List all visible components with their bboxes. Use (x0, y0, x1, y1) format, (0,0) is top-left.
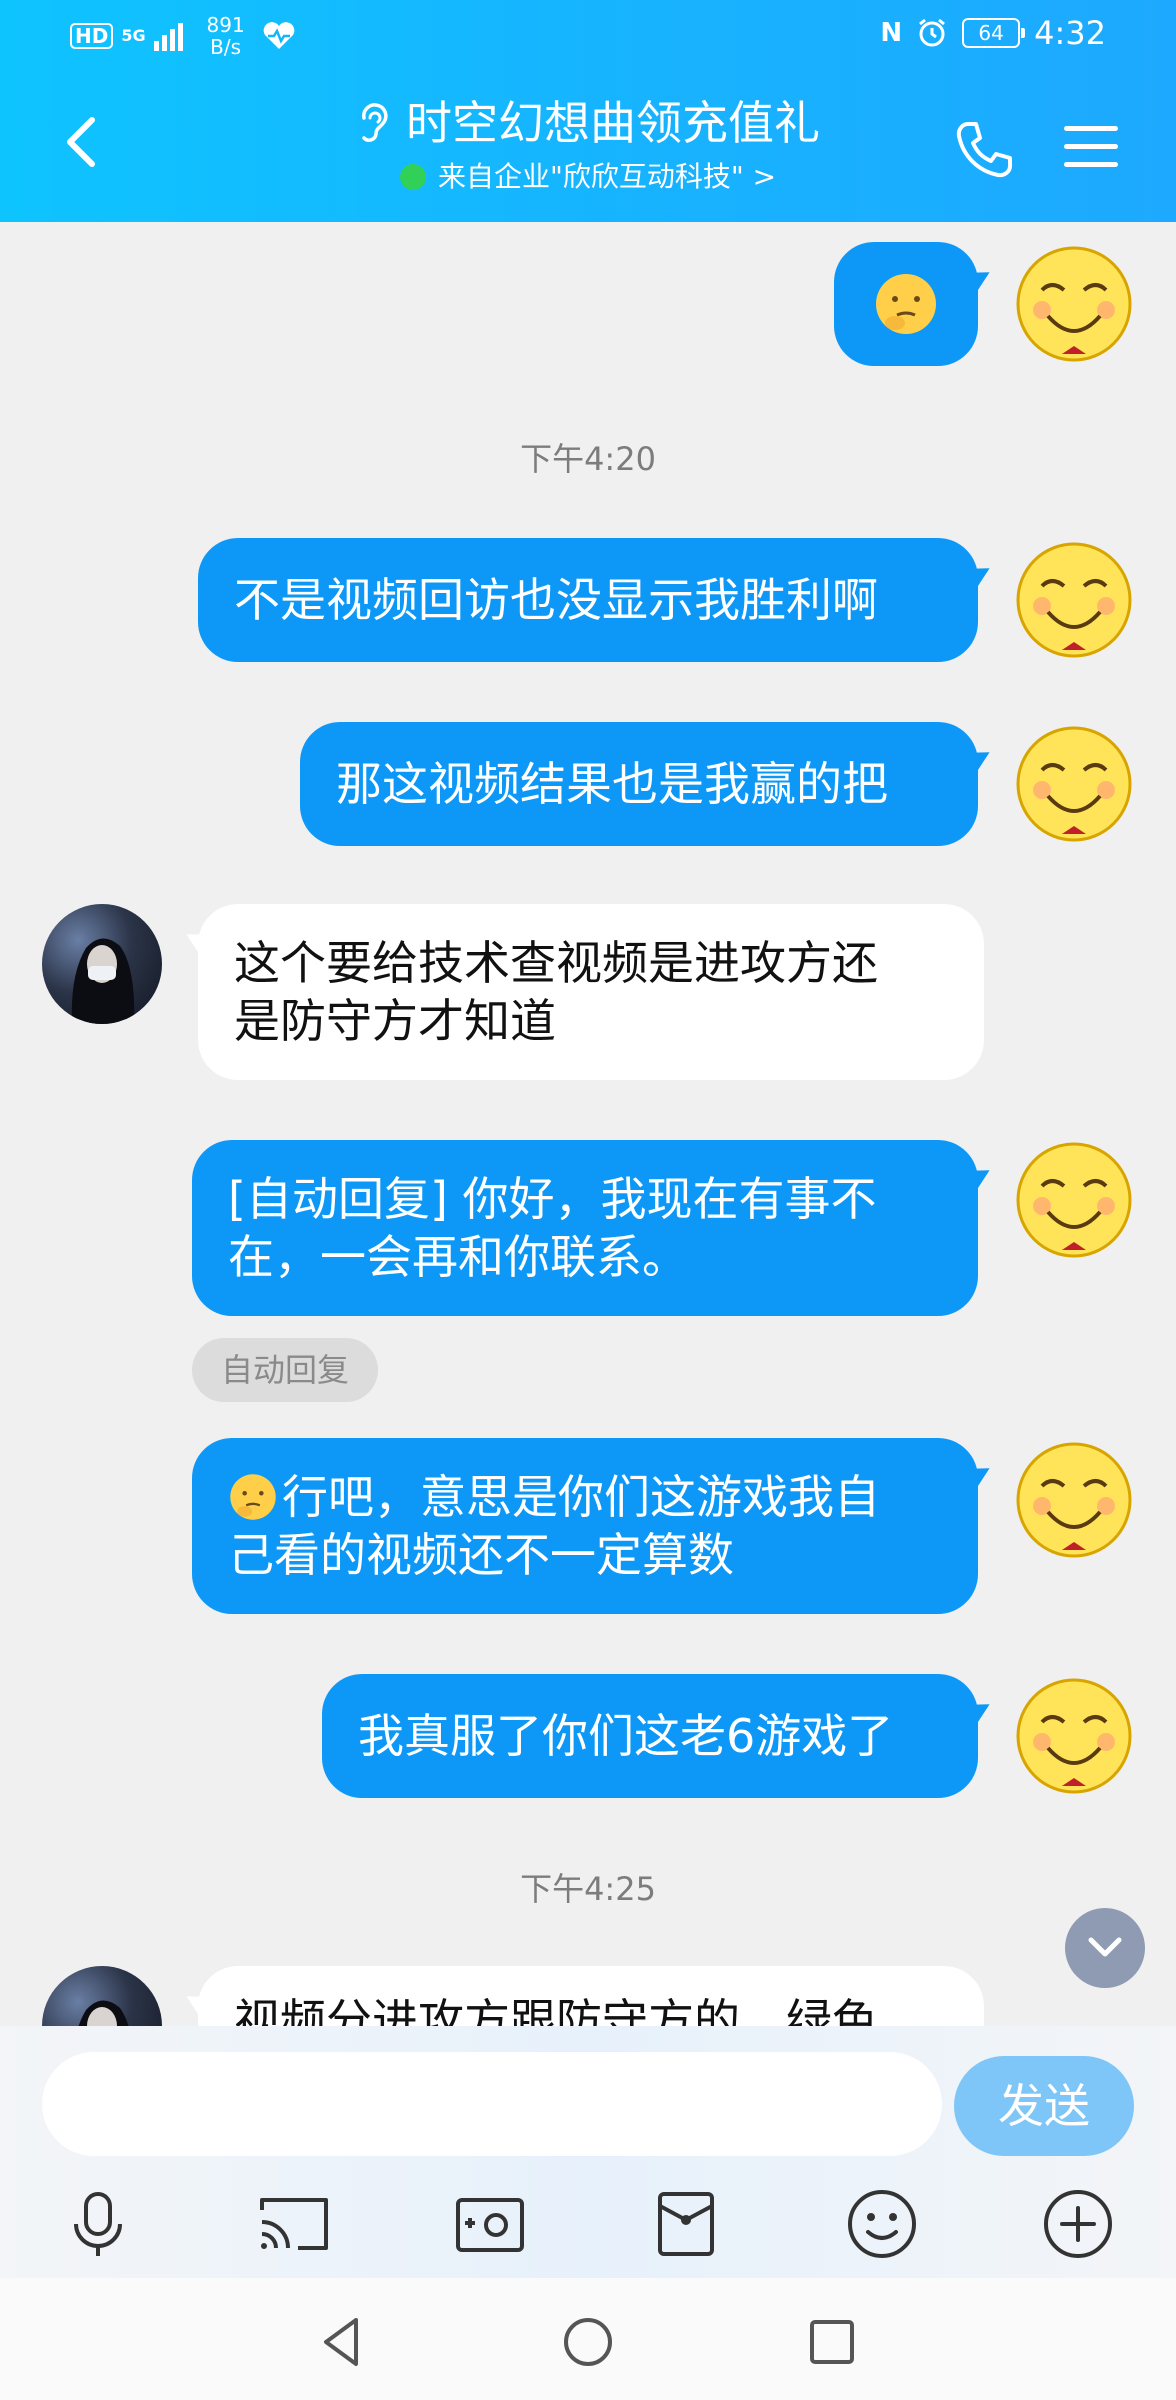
phone-icon (956, 122, 1012, 178)
person-silhouette-icon (71, 938, 135, 1024)
message-text: 不是视频回访也没显示我胜利啊 (234, 573, 878, 627)
square-recents-icon (810, 2320, 854, 2364)
message-text: 视频分进攻方跟防守方的，绿色 (234, 1994, 878, 2026)
message-text-line: 是防守方才知道 (234, 994, 556, 1048)
smiley-face-icon (1016, 542, 1132, 658)
screen-cast-icon (260, 2198, 328, 2250)
alarm-icon (919, 18, 946, 47)
message-text-line: [自动回复] 你好，我现在有事不 (228, 1172, 877, 1226)
ear-icon (362, 103, 388, 142)
smiley-face-icon (1016, 246, 1132, 362)
hamburger-menu-icon (1064, 126, 1118, 167)
chat-title: 时空幻想曲领充值礼 (406, 96, 820, 150)
network-type: 5G (121, 26, 146, 45)
nfc-icon: N (880, 18, 903, 48)
status-right: N 64 4:32 (880, 14, 1106, 52)
nav-home-button[interactable] (558, 2312, 618, 2372)
battery-indicator: 64 (962, 18, 1026, 48)
my-avatar[interactable] (1014, 538, 1134, 658)
photo-button[interactable] (450, 2184, 530, 2264)
message-text: 我真服了你们这老6游戏了 (358, 1709, 894, 1763)
message-input[interactable] (42, 2052, 942, 2156)
nav-back-button[interactable] (312, 2312, 372, 2372)
clock: 4:32 (1034, 14, 1106, 52)
message-bubble-outgoing[interactable]: 我真服了你们这老6游戏了 (322, 1674, 978, 1798)
smiley-face-icon (1016, 1678, 1132, 1794)
message-bubble-incoming[interactable]: 视频分进攻方跟防守方的，绿色 (198, 1966, 984, 2026)
speed-value: 891 (206, 13, 245, 37)
my-avatar[interactable] (1014, 1438, 1134, 1558)
system-nav-bar (0, 2278, 1176, 2400)
send-button[interactable]: 发送 (954, 2056, 1134, 2156)
chevron-down-icon (1088, 1937, 1122, 1957)
chat-header: HD 5G 891 B/s N 64 4:32 时空幻想曲领充值礼 来自企业"欣… (0, 0, 1176, 222)
auto-reply-tag: 自动回复 (192, 1338, 378, 1402)
message-text-line: 在，一会再和你联系。 (228, 1230, 688, 1284)
message-bubble-outgoing[interactable]: 行吧，意思是你们这游戏我自 己看的视频还不一定算数 (192, 1438, 978, 1614)
input-bar: 发送 (0, 2026, 1176, 2278)
circle-home-icon (564, 2318, 612, 2366)
message-text-line: 行吧，意思是你们这游戏我自 (228, 1468, 880, 1526)
more-button[interactable] (1038, 2184, 1118, 2264)
message-text: 行吧，意思是你们这游戏我自 (282, 1470, 880, 1524)
contact-avatar[interactable] (42, 1966, 162, 2026)
plus-icon (1044, 2190, 1112, 2258)
subtitle-text: 来自企业"欣欣互动科技" > (437, 160, 777, 193)
emoji-button[interactable] (842, 2184, 922, 2264)
speed-unit: B/s (210, 35, 242, 59)
timestamp: 下午4:20 (520, 440, 656, 478)
thinking-face-icon (876, 274, 936, 334)
triangle-back-icon (324, 2318, 358, 2366)
smiley-face-icon (1016, 1142, 1132, 1258)
nav-recents-button[interactable] (802, 2312, 862, 2372)
status-left: HD 5G 891 B/s (70, 14, 296, 58)
message-text-line: 己看的视频还不一定算数 (228, 1528, 734, 1582)
emoji-icon (848, 2190, 916, 2258)
message-bubble-outgoing[interactable]: 不是视频回访也没显示我胜利啊 (198, 538, 978, 662)
photo-camera-icon (456, 2198, 524, 2252)
message-text-line: 这个要给技术查视频是进攻方还 (234, 936, 878, 990)
scroll-to-bottom-button[interactable] (1065, 1908, 1145, 1988)
contact-avatar[interactable] (42, 904, 162, 1024)
timestamp: 下午4:25 (520, 1870, 656, 1908)
cast-button[interactable] (254, 2184, 334, 2264)
thinking-face-icon (230, 1474, 276, 1520)
status-bar: HD 5G 891 B/s N 64 4:32 (0, 0, 1176, 70)
my-avatar[interactable] (1014, 242, 1134, 362)
online-status-dot (399, 164, 426, 190)
hd-badge: HD (70, 23, 114, 49)
my-avatar[interactable] (1014, 1674, 1134, 1794)
smiley-face-icon (1016, 726, 1132, 842)
message-text: 那这视频结果也是我赢的把 (336, 757, 888, 811)
signal-icon (153, 23, 183, 51)
message-list[interactable]: 下午4:20 不是视频回访也没显示我胜利啊 那这视频结果也是我赢的把 这个要给技… (0, 222, 1176, 2026)
smiley-face-icon (1016, 1442, 1132, 1558)
message-bubble-outgoing[interactable]: 那这视频结果也是我赢的把 (300, 722, 978, 846)
my-avatar[interactable] (1014, 722, 1134, 842)
red-packet-icon (658, 2192, 714, 2256)
message-bubble-outgoing[interactable]: [自动回复] 你好，我现在有事不 在，一会再和你联系。 (192, 1140, 978, 1316)
menu-button[interactable] (1062, 120, 1120, 174)
microphone-icon (74, 2192, 122, 2256)
person-silhouette-icon (78, 2000, 129, 2026)
my-avatar[interactable] (1014, 1138, 1134, 1258)
voice-button[interactable] (58, 2184, 138, 2264)
heart-rate-icon (263, 22, 294, 49)
phone-call-button[interactable] (952, 118, 1016, 182)
message-bubble-emoji[interactable] (834, 242, 978, 366)
message-bubble-incoming[interactable]: 这个要给技术查视频是进攻方还 是防守方才知道 (198, 904, 984, 1080)
red-packet-button[interactable] (646, 2184, 726, 2264)
network-speed: 891 B/s (198, 14, 254, 58)
